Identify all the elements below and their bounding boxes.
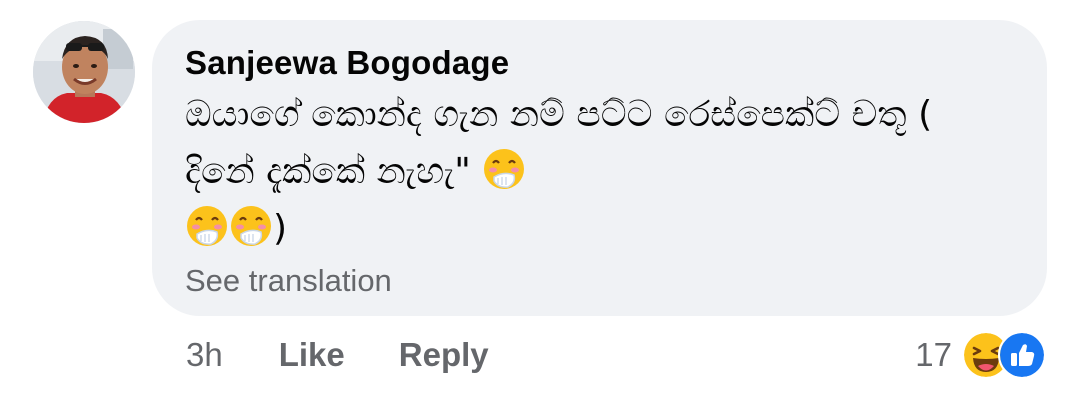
comment-bubble: Sanjeewa Bogodage ඔයාගේ කොන්ද ගැන නම් පට… <box>152 20 1047 316</box>
reaction-count: 17 <box>915 336 952 373</box>
face-with-hand-over-mouth-icon <box>231 206 271 246</box>
comment-timestamp[interactable]: 3h <box>186 336 223 374</box>
comment-closing: ) <box>273 208 288 249</box>
like-reaction-icon <box>998 331 1046 379</box>
reply-button[interactable]: Reply <box>399 336 489 374</box>
reactions-summary[interactable]: 17 <box>915 331 1046 379</box>
comment-actions: 3h Like Reply <box>186 332 489 378</box>
avatar-image <box>33 21 135 123</box>
comment-author[interactable]: Sanjeewa Bogodage <box>185 42 1017 84</box>
avatar[interactable] <box>33 21 135 123</box>
like-button[interactable]: Like <box>279 336 345 374</box>
face-with-hand-over-mouth-icon <box>484 149 525 189</box>
comment-item: Sanjeewa Bogodage ඔයාගේ කොන්ද ගැන නම් පට… <box>0 0 1079 402</box>
see-translation-link[interactable]: See translation <box>185 261 1017 301</box>
face-with-hand-over-mouth-icon <box>187 206 227 246</box>
comment-text: ඔයාගේ කොන්ද ගැන නම් පට්ට රෙස්පෙක්ට් චතූ … <box>185 94 933 192</box>
comment-body: ඔයාගේ කොන්ද ගැන නම් පට්ට රෙස්පෙක්ට් චතූ … <box>185 86 1005 257</box>
